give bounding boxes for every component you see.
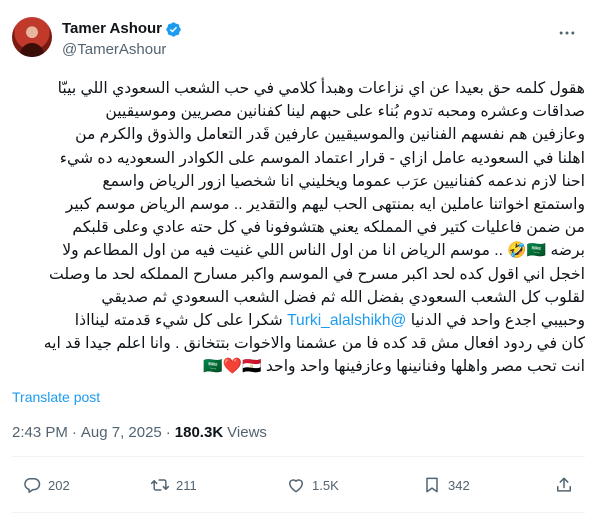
mention-link[interactable]: @Turki_alalshikh	[287, 312, 406, 329]
tweet-line: كان في ردود افعال مش قد كده فا من عشمنا …	[43, 335, 585, 353]
like-button[interactable]: 1.5K	[286, 475, 339, 495]
tweet-line: برضه 🇸🇦🤣 .. موسم الرياض انا من اول الناس…	[62, 242, 585, 260]
repost-count: 211	[176, 477, 197, 493]
tweet-meta: 2:43 PM · Aug 7, 2025 · 180.3K Views	[12, 424, 267, 441]
tweet-date[interactable]: Aug 7, 2025	[81, 424, 162, 441]
author-name-row[interactable]: Tamer Ashour	[62, 20, 182, 38]
share-icon	[557, 477, 571, 492]
mention-suffix: شكرا على كل شيء قدمته لينااذا	[74, 312, 288, 330]
tweet-line: انت تحب مصر واهلها وفنانينها وعازفينها و…	[203, 358, 585, 376]
bookmark-count: 342	[448, 477, 470, 493]
tweet-line: من ضمن فاعليات كتير في المملكه يعني هتشو…	[72, 219, 585, 237]
repost-button[interactable]: 211	[150, 475, 197, 495]
author-block: Tamer Ashour @TamerAshour	[62, 20, 182, 60]
tweet-header: Tamer Ashour @TamerAshour	[12, 13, 585, 61]
mention-prefix: وحبيبي اجدع واحد في الدنيا	[406, 312, 585, 330]
translate-post-link[interactable]: Translate post	[12, 389, 100, 405]
tweet-card: Tamer Ashour @TamerAshour هقول كلمه حق ب…	[0, 0, 597, 515]
tweet-line: اهلنا في السعوديه عامل ازاي - قرار اعتما…	[59, 149, 585, 167]
tweet-line: صداقات وعشره ومحبه تدوم بُناء على حبهم ل…	[105, 103, 585, 121]
bookmark-button[interactable]: 342	[422, 475, 470, 495]
reply-icon	[24, 478, 41, 493]
bookmark-icon	[426, 477, 438, 493]
tweet-line: لقلوب كل الشعب السعودي بفضل الله ثم فضل …	[101, 288, 585, 306]
action-bar: 202 211 1.5K 342	[12, 466, 585, 504]
author-name[interactable]: Tamer Ashour	[62, 20, 162, 38]
tweet-text: هقول كلمه حق بعيدا عن اي نزاعات وهبدأ كل…	[12, 77, 585, 379]
tweet-line: هقول كلمه حق بعيدا عن اي نزاعات وهبدأ كل…	[57, 80, 585, 97]
meta-separator: ·	[71, 424, 77, 441]
like-count: 1.5K	[312, 477, 339, 493]
meta-separator: ·	[165, 424, 171, 441]
more-options-icon[interactable]	[557, 23, 577, 43]
reply-button[interactable]: 202	[22, 475, 70, 495]
author-handle[interactable]: @TamerAshour	[62, 40, 182, 60]
tweet-line: واستمتع اخواتنا عاملين ايه بمنتهى الحب ل…	[65, 196, 585, 214]
tweet-time[interactable]: 2:43 PM	[12, 424, 68, 441]
repost-icon	[150, 479, 170, 491]
divider	[12, 456, 585, 457]
share-button[interactable]	[554, 475, 574, 495]
avatar[interactable]	[12, 17, 52, 57]
tweet-line: وعازفين هم نفسهم الفنانين والموسيقيين عا…	[75, 126, 585, 144]
views-label: Views	[227, 424, 267, 441]
tweet-line-with-mention: وحبيبي اجدع واحد في الدنيا @Turki_alalsh…	[12, 309, 585, 332]
tweet-line: اخجل اني اقول كده لحد اكبر مسرح في الموس…	[49, 265, 585, 283]
views-count: 180.3K	[174, 424, 224, 441]
like-icon	[289, 479, 303, 493]
verified-badge-icon	[166, 21, 181, 37]
reply-count: 202	[48, 477, 70, 493]
divider	[12, 512, 585, 513]
tweet-line: احنا لازم ندعمه كفنانيين عرَب عموما ويخل…	[102, 172, 585, 190]
